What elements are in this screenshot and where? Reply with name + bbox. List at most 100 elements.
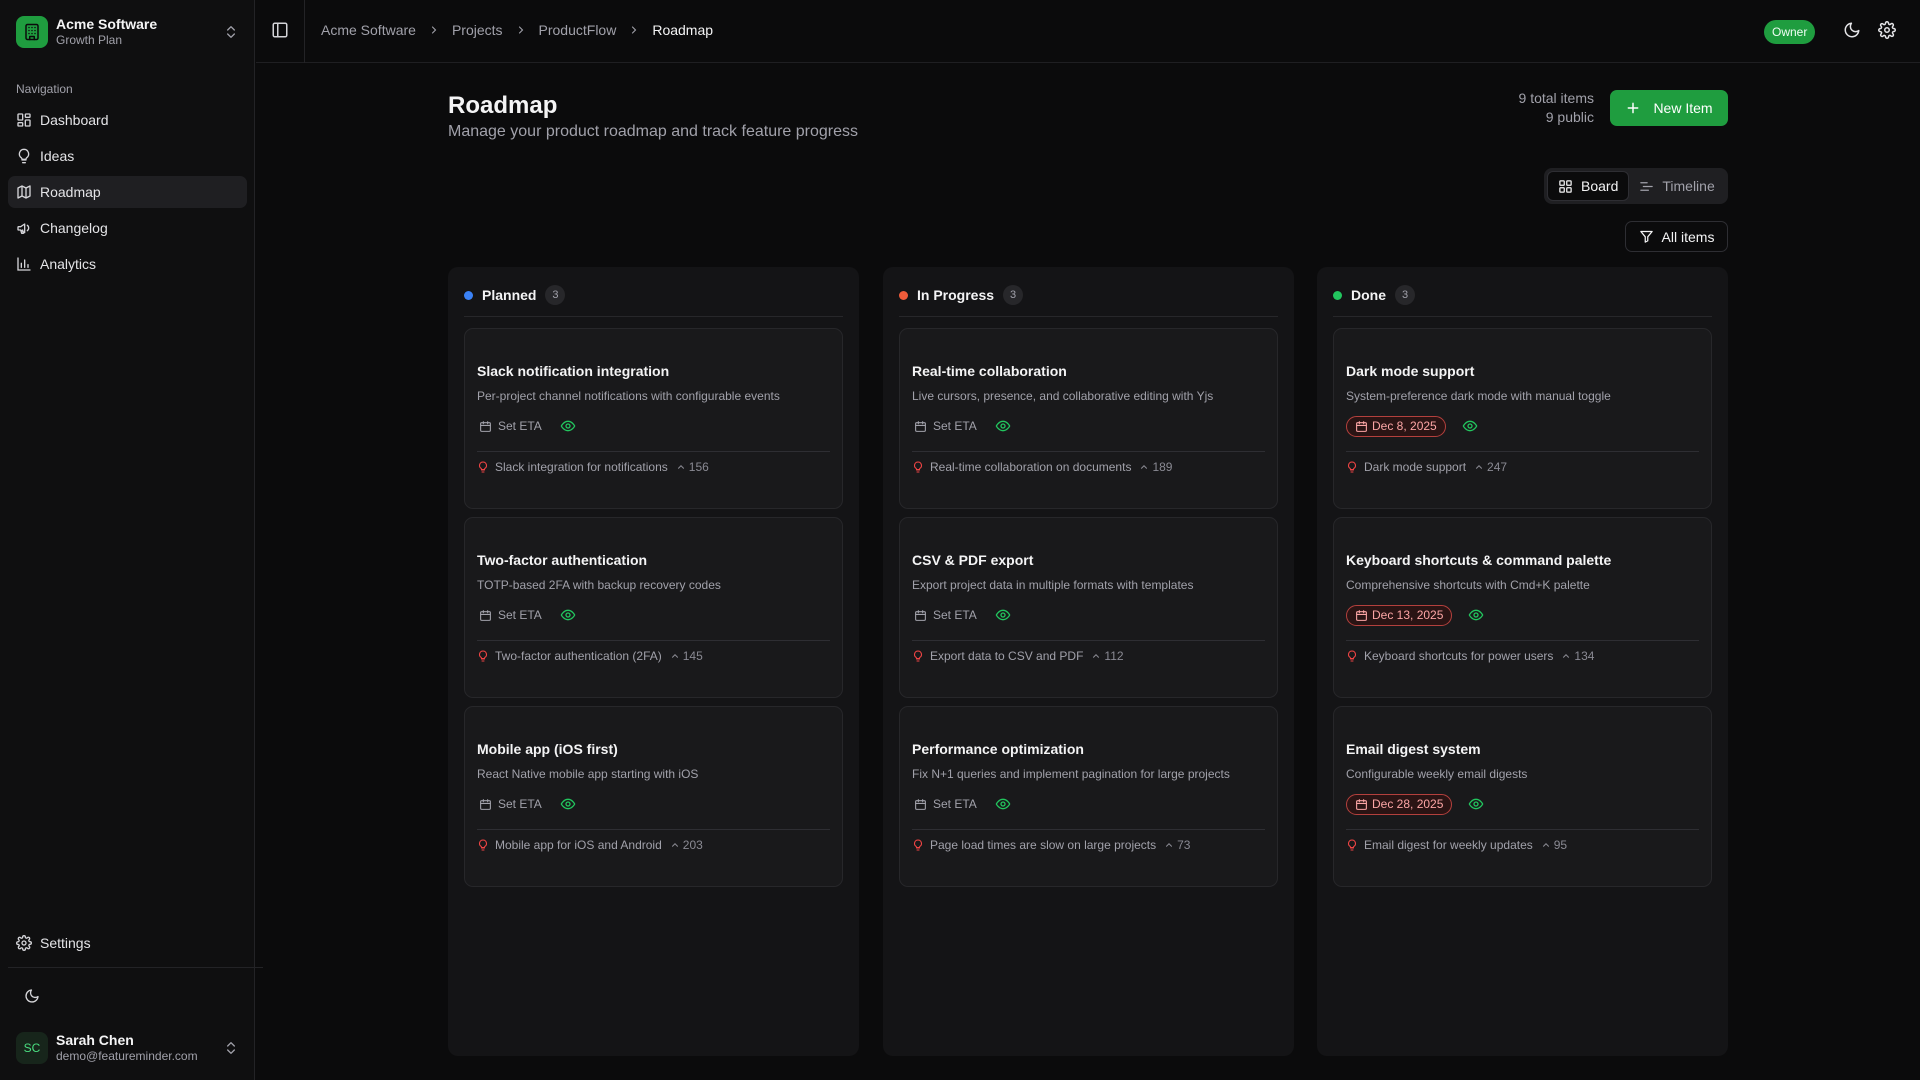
vote-count-value: 145: [682, 649, 703, 663]
filter-icon: [1639, 229, 1654, 244]
card-description: TOTP-based 2FA with backup recovery code…: [477, 578, 721, 592]
breadcrumb-projects[interactable]: Projects: [452, 22, 503, 38]
set-eta-button[interactable]: Set ETA: [477, 797, 544, 811]
set-eta-button[interactable]: Set ETA: [912, 419, 979, 433]
card-divider: [912, 451, 1265, 452]
linked-idea[interactable]: Keyboard shortcuts for power users 134: [1346, 649, 1594, 663]
linked-idea-title: Dark mode support: [1364, 460, 1467, 474]
roadmap-card[interactable]: Email digest system Configurable weekly e…: [1333, 706, 1712, 887]
linked-idea-title: Real-time collaboration on documents: [930, 460, 1132, 474]
set-eta-label: Set ETA: [933, 419, 977, 433]
vote-count-value: 156: [688, 460, 709, 474]
workspace-switcher[interactable]: Acme Software Growth Plan: [8, 8, 247, 56]
avatar: SC: [16, 1032, 48, 1064]
sidebar-item-ideas[interactable]: Ideas: [8, 140, 247, 172]
card-divider: [477, 829, 830, 830]
sidebar-item-label: Changelog: [40, 220, 108, 236]
tab-timeline[interactable]: Timeline: [1629, 171, 1724, 201]
tab-timeline-label: Timeline: [1662, 178, 1715, 194]
sidebar-item-roadmap[interactable]: Roadmap: [8, 176, 247, 208]
workspace-plan: Growth Plan: [56, 33, 123, 47]
theme-toggle-button[interactable]: [20, 984, 44, 1008]
linked-idea[interactable]: Email digest for weekly updates 95: [1346, 838, 1567, 852]
roadmap-card[interactable]: CSV & PDF export Export project data in m…: [899, 517, 1278, 698]
status-dot: [1333, 290, 1342, 300]
column-divider: [1333, 316, 1712, 317]
linked-idea[interactable]: Two-factor authentication (2FA) 145: [477, 649, 703, 663]
map-icon: [16, 184, 32, 200]
theme-toggle-button[interactable]: [1843, 21, 1863, 41]
card-divider: [477, 451, 830, 452]
eye-icon[interactable]: [1468, 607, 1484, 623]
set-eta-label: Set ETA: [498, 419, 542, 433]
card-description: Per-project channel notifications with c…: [477, 389, 780, 403]
chevron-up-icon: [670, 840, 680, 850]
linked-idea-title: Slack integration for notifications: [495, 460, 668, 474]
sidebar-item-changelog[interactable]: Changelog: [8, 212, 247, 244]
eta-date-button[interactable]: Dec 13, 2025: [1346, 604, 1453, 626]
eye-icon[interactable]: [995, 607, 1011, 623]
vote-count-value: 134: [1574, 649, 1595, 663]
linked-idea-title: Export data to CSV and PDF: [930, 649, 1084, 663]
sidebar-item-analytics[interactable]: Analytics: [8, 248, 247, 280]
chevrons-up-down-icon: [223, 1040, 239, 1056]
linked-idea-title: Page load times are slow on large projec…: [930, 838, 1157, 852]
tab-board[interactable]: Board: [1547, 171, 1630, 201]
linked-idea[interactable]: Slack integration for notifications 156: [477, 460, 709, 474]
roadmap-card[interactable]: Mobile app (iOS first) React Native mobil…: [464, 706, 843, 887]
card-meta: Set ETA: [477, 793, 576, 815]
set-eta-button[interactable]: Set ETA: [477, 419, 544, 433]
sidebar-item-settings[interactable]: Settings: [8, 927, 247, 959]
card-title: Real-time collaboration: [912, 363, 1067, 379]
moon-icon: [24, 988, 40, 1004]
set-eta-label: Set ETA: [498, 608, 542, 622]
set-eta-button[interactable]: Set ETA: [912, 797, 979, 811]
lightbulb-icon: [912, 650, 924, 662]
chevron-up-icon: [1139, 462, 1149, 472]
chevron-right-icon: [628, 24, 640, 36]
set-eta-button[interactable]: Set ETA: [477, 608, 544, 622]
view-toggle: Board Timeline: [1544, 168, 1728, 204]
set-eta-button[interactable]: Set ETA: [912, 608, 979, 622]
eye-icon[interactable]: [560, 418, 576, 434]
new-item-button[interactable]: New Item: [1610, 90, 1728, 126]
vote-count-value: 112: [1104, 649, 1124, 663]
chevron-up-icon: [1474, 462, 1484, 472]
breadcrumb-project[interactable]: ProductFlow: [539, 22, 617, 38]
linked-idea[interactable]: Mobile app for iOS and Android 203: [477, 838, 703, 852]
eta-date-button[interactable]: Dec 28, 2025: [1346, 793, 1453, 815]
sidebar-toggle-button[interactable]: [271, 21, 291, 41]
roadmap-card[interactable]: Dark mode support System-preference dark …: [1333, 328, 1712, 509]
public-items-count: 9 public: [1545, 109, 1594, 125]
card-title: Dark mode support: [1346, 363, 1475, 379]
breadcrumb-workspace[interactable]: Acme Software: [321, 22, 416, 38]
eye-icon[interactable]: [995, 418, 1011, 434]
lightbulb-icon: [477, 461, 489, 473]
chevron-up-icon: [1561, 651, 1571, 661]
user-menu[interactable]: SC Sarah Chen demo@featureminder.com: [8, 1026, 247, 1070]
sidebar-item-label: Dashboard: [40, 112, 109, 128]
eye-icon[interactable]: [560, 796, 576, 812]
settings-button[interactable]: [1878, 21, 1898, 41]
eye-icon[interactable]: [1462, 418, 1478, 434]
linked-idea[interactable]: Real-time collaboration on documents 189: [912, 460, 1172, 474]
eye-icon[interactable]: [1468, 796, 1484, 812]
sidebar-item-dashboard[interactable]: Dashboard: [8, 104, 247, 136]
eye-icon[interactable]: [560, 607, 576, 623]
linked-idea[interactable]: Export data to CSV and PDF 112: [912, 649, 1124, 663]
linked-idea[interactable]: Dark mode support 247: [1346, 460, 1507, 474]
roadmap-card[interactable]: Performance optimization Fix N+1 queries …: [899, 706, 1278, 887]
filter-button[interactable]: All items: [1625, 221, 1728, 252]
eye-icon[interactable]: [995, 796, 1011, 812]
eta-date-button[interactable]: Dec 8, 2025: [1346, 415, 1446, 437]
roadmap-card[interactable]: Real-time collaboration Live cursors, pre…: [899, 328, 1278, 509]
card-divider: [1346, 451, 1699, 452]
roadmap-card[interactable]: Two-factor authentication TOTP-based 2FA …: [464, 517, 843, 698]
item-counts: 9 total items 9 public: [1519, 89, 1594, 127]
roadmap-card[interactable]: Keyboard shortcuts & command palette Comp…: [1333, 517, 1712, 698]
linked-idea[interactable]: Page load times are slow on large projec…: [912, 838, 1190, 852]
roadmap-card[interactable]: Slack notification integration Per-projec…: [464, 328, 843, 509]
chevron-up-icon: [1091, 651, 1101, 661]
card-meta: Dec 28, 2025: [1346, 793, 1484, 815]
linked-idea-title: Two-factor authentication (2FA): [495, 649, 662, 663]
